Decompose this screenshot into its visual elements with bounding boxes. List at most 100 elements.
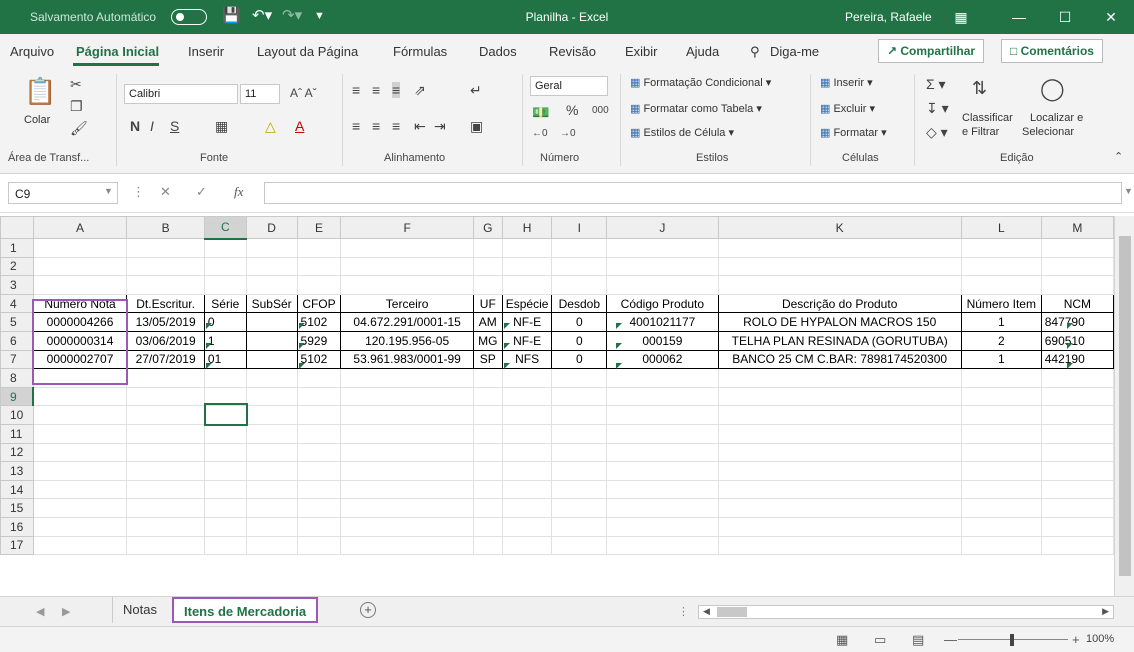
cell-m6[interactable]: 690510 bbox=[1040, 330, 1114, 351]
cell-l10[interactable] bbox=[960, 405, 1042, 425]
cell-e3[interactable] bbox=[296, 275, 342, 295]
cell-i15[interactable] bbox=[551, 498, 608, 518]
paste-icon[interactable]: 📋 bbox=[24, 76, 56, 107]
normal-view-icon[interactable]: ▦ bbox=[836, 632, 848, 648]
worksheet-grid[interactable]: A B C D E F G H I J K L M 1 2 3 4 Número Nota Dt.Escritur.… bbox=[0, 216, 1114, 596]
row-header-12[interactable]: 12 bbox=[0, 442, 34, 463]
cell-l4[interactable]: Número Item bbox=[960, 293, 1042, 314]
cell-b16[interactable] bbox=[126, 516, 205, 537]
cell-a14[interactable] bbox=[32, 479, 128, 500]
cut-icon[interactable]: ✂ bbox=[70, 76, 82, 93]
cell-styles-button[interactable]: ▦ Estilos de Célula ▾ bbox=[630, 126, 734, 139]
cell-g3[interactable] bbox=[472, 275, 503, 295]
cell-m13[interactable] bbox=[1040, 461, 1114, 481]
cell-d10[interactable] bbox=[245, 405, 298, 425]
align-center-icon[interactable]: ≡ bbox=[372, 118, 380, 134]
cell-j6[interactable]: 000159 bbox=[606, 330, 719, 351]
cell-k8[interactable] bbox=[717, 368, 962, 388]
user-name[interactable]: Pereira, Rafaele bbox=[845, 10, 932, 24]
cell-h16[interactable] bbox=[501, 516, 553, 537]
cell-j2[interactable] bbox=[606, 256, 719, 277]
sort-filter-icon[interactable]: ⇅ bbox=[972, 78, 987, 99]
conditional-formatting-button[interactable]: ▦ Formatação Condicional ▾ bbox=[630, 76, 771, 89]
sheet-tab-notas[interactable]: Notas bbox=[112, 597, 167, 623]
row-header-2[interactable]: 2 bbox=[0, 256, 34, 277]
menu-pagina-inicial[interactable]: Página Inicial bbox=[76, 44, 159, 59]
cell-m3[interactable] bbox=[1040, 275, 1114, 295]
cell-a3[interactable] bbox=[32, 275, 128, 295]
cell-d17[interactable] bbox=[245, 535, 298, 556]
cell-i13[interactable] bbox=[551, 461, 608, 481]
cell-f3[interactable] bbox=[340, 275, 474, 295]
cell-e15[interactable] bbox=[296, 498, 342, 518]
cell-k10[interactable] bbox=[717, 405, 962, 425]
cell-k13[interactable] bbox=[717, 461, 962, 481]
cell-e9[interactable] bbox=[296, 386, 342, 407]
cell-f13[interactable] bbox=[340, 461, 474, 481]
cell-c15[interactable] bbox=[203, 498, 247, 518]
cell-j14[interactable] bbox=[606, 479, 719, 500]
merge-center-icon[interactable]: ▣ bbox=[470, 118, 483, 135]
cell-b6[interactable]: 03/06/2019 bbox=[126, 330, 205, 351]
cell-c13[interactable] bbox=[203, 461, 247, 481]
cell-m9[interactable] bbox=[1040, 386, 1114, 407]
cell-d15[interactable] bbox=[245, 498, 298, 518]
cell-b15[interactable] bbox=[126, 498, 205, 518]
cell-g12[interactable] bbox=[472, 442, 503, 463]
ribbon-display-icon[interactable]: ▦ bbox=[938, 0, 984, 34]
cell-h1[interactable] bbox=[501, 238, 553, 258]
column-header-k[interactable]: K bbox=[717, 216, 962, 239]
row-header-10[interactable]: 10 bbox=[0, 405, 34, 425]
cell-l5[interactable]: 1 bbox=[960, 312, 1042, 332]
menu-dados[interactable]: Dados bbox=[479, 44, 517, 59]
cell-j15[interactable] bbox=[606, 498, 719, 518]
cell-k1[interactable] bbox=[717, 238, 962, 258]
cell-j8[interactable] bbox=[606, 368, 719, 388]
cell-b5[interactable]: 13/05/2019 bbox=[126, 312, 205, 332]
cell-i3[interactable] bbox=[551, 275, 608, 295]
name-box[interactable]: C9 bbox=[8, 182, 118, 204]
cell-i6[interactable]: 0 bbox=[551, 330, 608, 351]
cell-i14[interactable] bbox=[551, 479, 608, 500]
cell-c14[interactable] bbox=[203, 479, 247, 500]
column-header-d[interactable]: D bbox=[245, 216, 298, 239]
cell-m2[interactable] bbox=[1040, 256, 1114, 277]
cell-b11[interactable] bbox=[126, 423, 205, 444]
formula-input[interactable] bbox=[264, 182, 1122, 204]
cell-i5[interactable]: 0 bbox=[551, 312, 608, 332]
cell-m5[interactable]: 847790 bbox=[1040, 312, 1114, 332]
cell-l13[interactable] bbox=[960, 461, 1042, 481]
menu-exibir[interactable]: Exibir bbox=[625, 44, 658, 59]
cell-h9[interactable] bbox=[501, 386, 553, 407]
cell-f16[interactable] bbox=[340, 516, 474, 537]
decrease-decimal-icon[interactable]: →0 bbox=[560, 128, 576, 139]
cell-g11[interactable] bbox=[472, 423, 503, 444]
align-bottom-icon[interactable]: ≡ bbox=[392, 82, 401, 98]
name-box-dropdown-icon[interactable]: ▼ bbox=[104, 186, 113, 196]
zoom-in-icon[interactable]: + bbox=[1072, 632, 1080, 647]
cell-k16[interactable] bbox=[717, 516, 962, 537]
expand-formula-icon[interactable]: ▼ bbox=[1124, 186, 1133, 196]
cell-b4[interactable]: Dt.Escritur. bbox=[126, 293, 205, 314]
cell-d11[interactable] bbox=[245, 423, 298, 444]
zoom-level[interactable]: 100% bbox=[1086, 633, 1114, 645]
cell-g9[interactable] bbox=[472, 386, 503, 407]
cell-d3[interactable] bbox=[245, 275, 298, 295]
select-all-corner[interactable] bbox=[0, 216, 34, 239]
cell-c5[interactable]: 0 bbox=[203, 312, 247, 332]
cell-f17[interactable] bbox=[340, 535, 474, 556]
cell-c1[interactable] bbox=[203, 238, 247, 258]
cell-m7[interactable]: 442190 bbox=[1040, 349, 1114, 370]
cell-i17[interactable] bbox=[551, 535, 608, 556]
cell-b10[interactable] bbox=[126, 405, 205, 425]
format-painter-icon[interactable]: 🖌 bbox=[70, 120, 88, 137]
cell-i12[interactable] bbox=[551, 442, 608, 463]
cell-j13[interactable] bbox=[606, 461, 719, 481]
tabs-splitter-icon[interactable]: ⋮ bbox=[678, 605, 689, 618]
cell-l17[interactable] bbox=[960, 535, 1042, 556]
cell-f9[interactable] bbox=[340, 386, 474, 407]
column-header-l[interactable]: L bbox=[960, 216, 1042, 239]
cell-d6[interactable] bbox=[245, 330, 298, 351]
cell-h2[interactable] bbox=[501, 256, 553, 277]
cell-a10[interactable] bbox=[32, 405, 128, 425]
